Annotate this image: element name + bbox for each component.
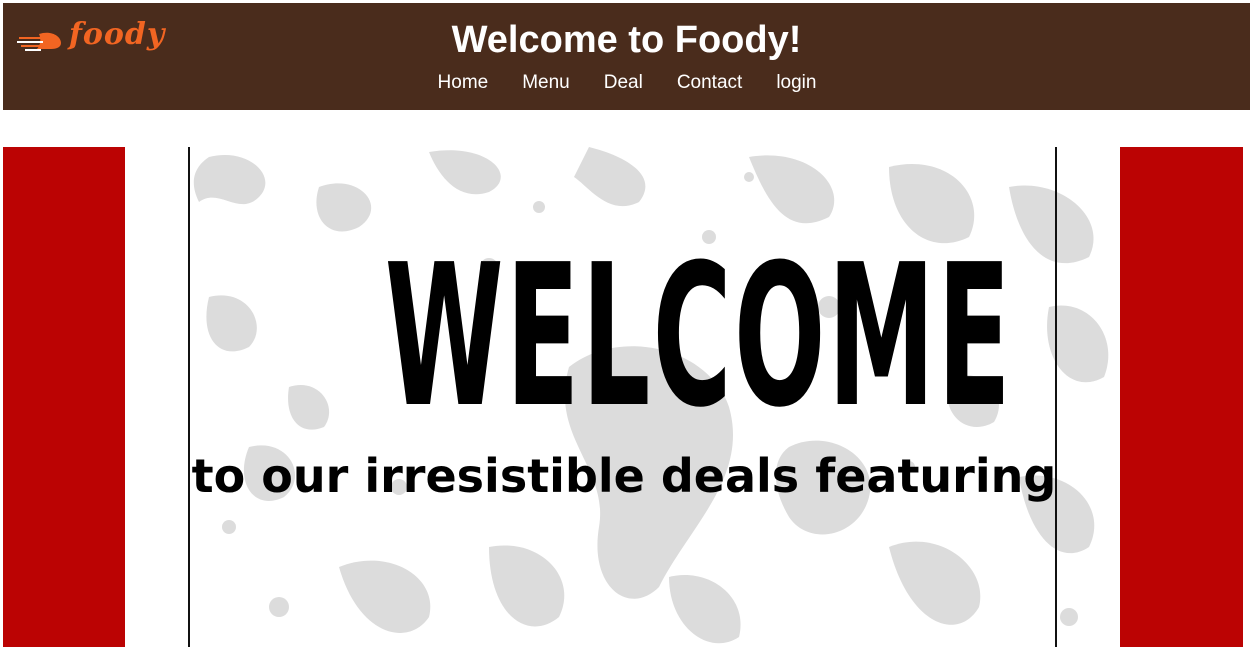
main-nav: Home Menu Deal Contact login (3, 72, 1250, 94)
banner-red-left (3, 147, 125, 647)
banner-subline: to our irresistible deals featuring (191, 449, 1057, 503)
nav-home[interactable]: Home (438, 72, 489, 94)
page-title: Welcome to Foody! (451, 19, 802, 61)
banner-red-right (1120, 147, 1243, 647)
banner-headline: WELCOME (384, 223, 1014, 451)
site-header: foody Welcome to Foody! Home Menu Deal C… (3, 3, 1250, 110)
nav-login[interactable]: login (776, 72, 816, 94)
nav-contact[interactable]: Contact (677, 72, 742, 94)
nav-menu[interactable]: Menu (522, 72, 570, 94)
nav-deal[interactable]: Deal (604, 72, 643, 94)
frame-line-left (188, 147, 190, 647)
welcome-banner: WELCOME to our irresistible deals featur… (3, 147, 1243, 647)
frame-line-right (1055, 147, 1057, 647)
